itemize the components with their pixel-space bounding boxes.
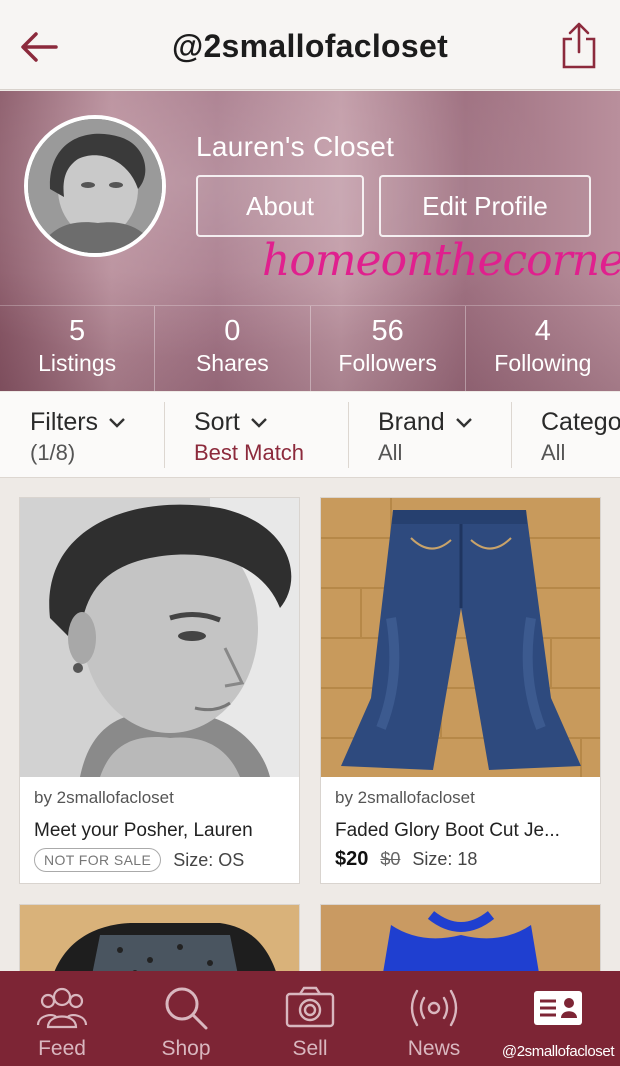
watermark-text: homeonthecorner bbox=[262, 235, 620, 286]
listing-meta: $20 $0 Size: 18 bbox=[335, 848, 477, 871]
tab-news[interactable]: News bbox=[372, 971, 496, 1066]
stat-value: 5 bbox=[69, 315, 86, 347]
listing-seller[interactable]: by 2smallofacloset bbox=[34, 788, 174, 808]
tab-feed[interactable]: Feed bbox=[0, 971, 124, 1066]
filter-sub: (1/8) bbox=[30, 440, 76, 465]
filter-sub: All bbox=[541, 440, 566, 465]
camera-icon bbox=[285, 986, 335, 1028]
tab-label: Shop bbox=[161, 1037, 211, 1060]
filter-bar: Filters (1/8) Sort Best Match Brand All … bbox=[0, 392, 620, 478]
stat-shares[interactable]: 0 Shares bbox=[155, 306, 311, 391]
stat-label: Listings bbox=[38, 350, 117, 376]
listing-title: Faded Glory Boot Cut Je... bbox=[335, 820, 560, 841]
category-dropdown[interactable]: Catego All bbox=[511, 392, 620, 477]
divider bbox=[164, 402, 165, 468]
page-title: @2smallofacloset bbox=[171, 28, 449, 64]
bottom-tab-bar: Feed Shop Sell News @2smallofacloset bbox=[0, 971, 620, 1066]
listing-meta: NOT FOR SALE Size: OS bbox=[34, 848, 244, 872]
about-button[interactable]: About bbox=[196, 175, 364, 237]
chevron-down-icon bbox=[251, 417, 267, 428]
tab-label: Sell bbox=[292, 1037, 328, 1060]
divider bbox=[348, 402, 349, 468]
broadcast-icon bbox=[410, 989, 458, 1027]
edit-profile-button[interactable]: Edit Profile bbox=[379, 175, 591, 237]
listing-photo[interactable] bbox=[321, 498, 600, 777]
stat-label: Followers bbox=[338, 350, 437, 376]
brand-dropdown[interactable]: Brand All bbox=[348, 392, 511, 477]
listing-title: Meet your Posher, Lauren bbox=[34, 820, 253, 841]
listing-card[interactable]: by 2smallofacloset Faded Glory Boot Cut … bbox=[320, 497, 601, 884]
tab-label: News bbox=[407, 1037, 461, 1060]
closet-name: Lauren's Closet bbox=[196, 131, 395, 162]
sort-dropdown[interactable]: Sort Best Match bbox=[164, 392, 348, 477]
share-icon[interactable] bbox=[556, 20, 602, 70]
stat-listings[interactable]: 5 Listings bbox=[0, 306, 156, 391]
tab-label: Feed bbox=[38, 1037, 86, 1060]
chevron-down-icon bbox=[455, 417, 472, 428]
people-icon bbox=[36, 987, 88, 1029]
listing-card[interactable]: by 2smallofacloset Meet your Posher, Lau… bbox=[19, 497, 300, 884]
listing-price: $20 bbox=[335, 848, 369, 870]
stat-following[interactable]: 4 Following bbox=[466, 306, 620, 391]
profile-header: Lauren's Closet About Edit Profile homeo… bbox=[0, 91, 620, 391]
stat-label: Following bbox=[494, 350, 592, 376]
tab-profile[interactable]: @2smallofacloset bbox=[496, 971, 620, 1066]
stat-value: 4 bbox=[534, 315, 551, 347]
top-nav-bar: @2smallofacloset bbox=[0, 0, 620, 90]
stat-value: 0 bbox=[224, 315, 241, 347]
stat-label: Shares bbox=[195, 350, 269, 376]
filter-title: Sort bbox=[194, 408, 240, 436]
divider bbox=[511, 402, 512, 468]
sort-value: Best Match bbox=[194, 440, 305, 465]
filter-title: Filters bbox=[30, 408, 99, 436]
filter-title: Brand bbox=[378, 408, 445, 436]
tab-shop[interactable]: Shop bbox=[124, 971, 248, 1066]
profile-stats: 5 Listings 0 Shares 56 Followers 4 Follo… bbox=[0, 305, 620, 391]
listing-photo[interactable] bbox=[20, 498, 299, 777]
filters-dropdown[interactable]: Filters (1/8) bbox=[0, 392, 164, 477]
avatar[interactable] bbox=[24, 115, 166, 257]
search-icon bbox=[165, 987, 208, 1030]
tab-label: @2smallofacloset bbox=[501, 1043, 615, 1060]
stat-followers[interactable]: 56 Followers bbox=[311, 306, 466, 391]
profile-card-icon bbox=[534, 991, 582, 1025]
listing-size: Size: OS bbox=[173, 849, 245, 870]
listing-size: Size: 18 bbox=[412, 849, 478, 869]
stat-value: 56 bbox=[371, 315, 404, 347]
not-for-sale-badge: NOT FOR SALE bbox=[34, 848, 162, 872]
tab-sell[interactable]: Sell bbox=[248, 971, 372, 1066]
chevron-down-icon bbox=[109, 417, 125, 428]
filter-sub: All bbox=[378, 440, 403, 465]
filter-title: Catego bbox=[541, 408, 620, 436]
listing-original-price: $0 bbox=[380, 849, 401, 869]
listing-seller[interactable]: by 2smallofacloset bbox=[335, 788, 475, 808]
